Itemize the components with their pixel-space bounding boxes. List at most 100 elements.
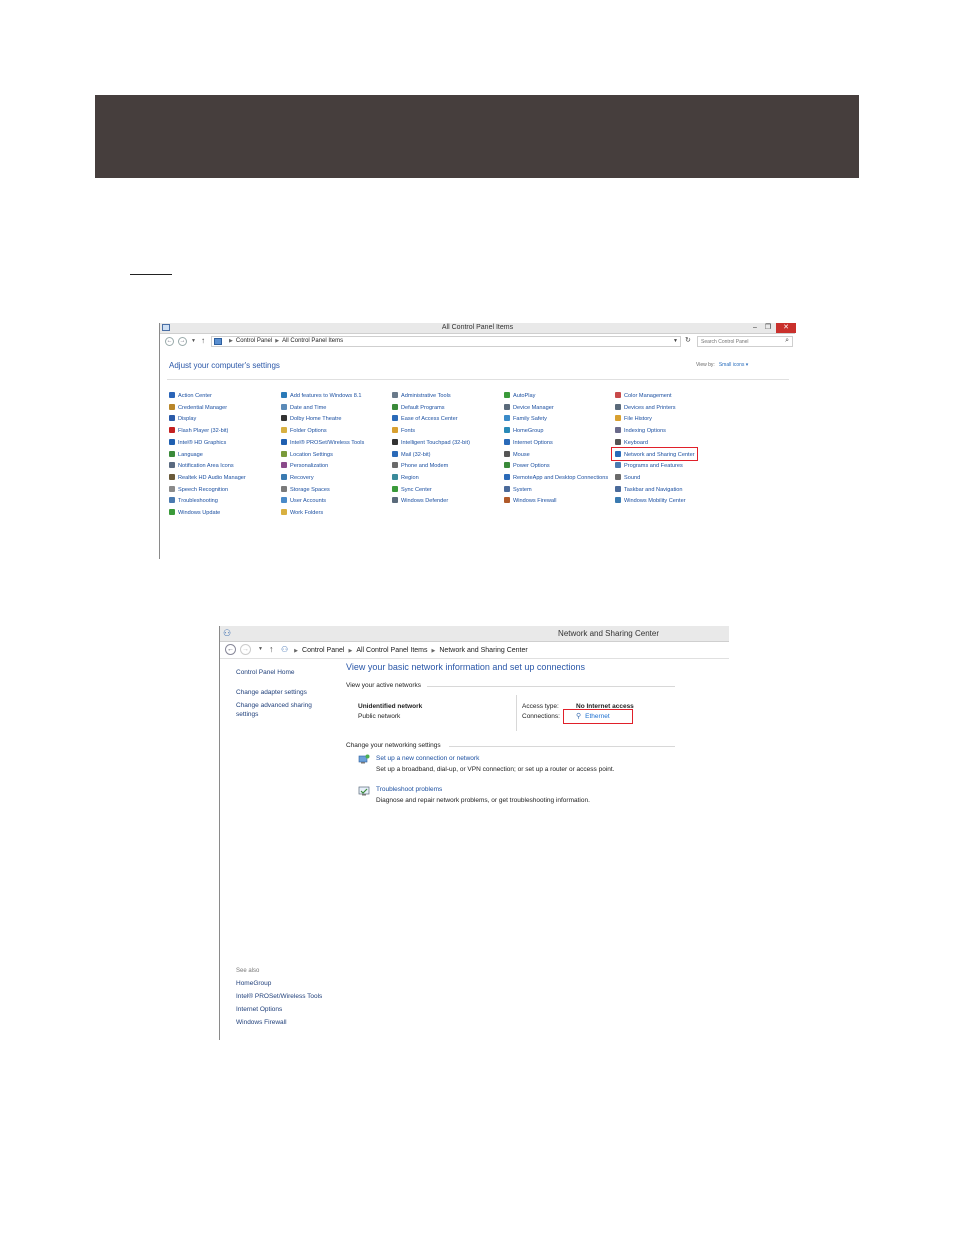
taskbar-icon (615, 485, 621, 492)
change-adapter-settings-link[interactable]: Change adapter settings (236, 689, 307, 697)
control-panel-icon (214, 338, 222, 345)
breadcrumb-control-panel[interactable]: Control Panel (302, 647, 344, 654)
network-type[interactable]: Public network (358, 713, 400, 720)
cp-item-administrative-tools[interactable]: Administrative Tools (392, 392, 451, 401)
cp-item-action-center[interactable]: Action Center (169, 392, 212, 401)
search-input[interactable] (701, 338, 779, 346)
cp-item-speech-recognition[interactable]: Speech Recognition (169, 485, 228, 495)
breadcrumb-all-items[interactable]: All Control Panel Items (282, 338, 343, 344)
see-also-homegroup-link[interactable]: HomeGroup (236, 980, 271, 988)
view-by-select[interactable]: Small icons ▾ (719, 362, 748, 368)
control-panel-home-link[interactable]: Control Panel Home (236, 669, 295, 677)
cp-item-windows-firewall[interactable]: Windows Firewall (504, 497, 557, 506)
refresh-icon[interactable]: ↻ (685, 336, 691, 344)
cp-item-storage-spaces[interactable]: Storage Spaces (281, 485, 330, 495)
cp-item-realtek-hd-audio-manager[interactable]: Realtek HD Audio Manager (169, 473, 246, 483)
cp-item-intelligent-touchpad-32-bit[interactable]: Intelligent Touchpad (32-bit) (392, 438, 470, 448)
cp-item-intel-hd-graphics[interactable]: Intel® HD Graphics (169, 438, 226, 448)
cp-item-recovery[interactable]: Recovery (281, 473, 314, 483)
back-arrow-icon[interactable]: ← (225, 644, 236, 655)
cp-item-sound[interactable]: Sound (615, 473, 640, 483)
search-box[interactable]: ⌕ (697, 336, 793, 347)
up-arrow-icon[interactable]: ↑ (201, 336, 205, 345)
cp-item-credential-manager[interactable]: Credential Manager (169, 403, 227, 413)
cp-item-devices-and-printers[interactable]: Devices and Printers (615, 403, 676, 413)
cp-item-remoteapp-and-desktop-connections[interactable]: RemoteApp and Desktop Connections (504, 473, 608, 483)
cp-item-location-settings[interactable]: Location Settings (281, 450, 333, 460)
cp-item-mouse[interactable]: Mouse (504, 450, 530, 460)
cp-item-label: Flash Player (32-bit) (178, 428, 229, 435)
cp-item-label: Windows Defender (401, 498, 449, 505)
cp-item-fonts[interactable]: Fonts (392, 427, 415, 436)
see-also-internet-options-link[interactable]: Internet Options (236, 1006, 282, 1014)
cp-item-label: Troubleshooting (178, 498, 218, 505)
cp-item-folder-options[interactable]: Folder Options (281, 427, 327, 436)
maximize-button[interactable]: ❐ (763, 323, 773, 333)
cp-item-mail-32-bit[interactable]: Mail (32-bit) (392, 450, 431, 460)
globe-icon (392, 473, 398, 480)
change-advanced-sharing-link-cont[interactable]: settings (236, 711, 258, 719)
cp-item-date-and-time[interactable]: Date and Time (281, 403, 326, 413)
address-dropdown-icon[interactable]: ▼ (673, 338, 678, 344)
forward-arrow-icon[interactable]: → (240, 644, 251, 655)
minimize-button[interactable]: – (750, 323, 760, 333)
cp-item-windows-update[interactable]: Windows Update (169, 509, 220, 518)
cp-item-programs-and-features[interactable]: Programs and Features (615, 462, 683, 471)
cp-item-color-management[interactable]: Color Management (615, 392, 672, 401)
recent-dropdown-icon[interactable]: ▼ (258, 646, 263, 652)
cp-item-ease-of-access-center[interactable]: Ease of Access Center (392, 415, 458, 424)
breadcrumb-all-items[interactable]: All Control Panel Items (356, 647, 427, 654)
cp-item-power-options[interactable]: Power Options (504, 462, 550, 471)
breadcrumb[interactable]: ⚇ ▶ Control Panel ▶ All Control Panel Items ▶… (281, 645, 528, 654)
cp-item-label: Personalization (290, 463, 329, 470)
page-title: View your basic network information and … (346, 662, 585, 672)
forward-arrow-icon[interactable]: → (178, 337, 187, 346)
breadcrumb-control-panel[interactable]: Control Panel (236, 338, 272, 344)
up-arrow-icon[interactable]: ↑ (269, 644, 274, 654)
cp-item-indexing-options[interactable]: Indexing Options (615, 427, 666, 436)
cp-item-notification-area-icons[interactable]: Notification Area Icons (169, 462, 234, 471)
change-advanced-sharing-link[interactable]: Change advanced sharing (236, 702, 312, 710)
cp-item-windows-mobility-center[interactable]: Windows Mobility Center (615, 497, 686, 506)
index-icon (615, 427, 621, 434)
cp-item-internet-options[interactable]: Internet Options (504, 438, 553, 448)
cp-item-region[interactable]: Region (392, 473, 419, 483)
see-also-intel-link[interactable]: Intel® PROSet/Wireless Tools (236, 993, 322, 1001)
cp-item-homegroup[interactable]: HomeGroup (504, 427, 543, 436)
cp-item-troubleshooting[interactable]: Troubleshooting (169, 497, 218, 506)
setup-connection-link[interactable]: Set up a new connection or network (376, 755, 479, 762)
cp-item-device-manager[interactable]: Device Manager (504, 403, 554, 413)
cp-item-dolby-home-theatre[interactable]: Dolby Home Theatre (281, 415, 342, 424)
cp-item-user-accounts[interactable]: User Accounts (281, 497, 326, 506)
cp-item-family-safety[interactable]: Family Safety (504, 415, 547, 424)
breadcrumb[interactable]: ▶ Control Panel ▶ All Control Panel Items (211, 336, 681, 347)
back-arrow-icon[interactable]: ← (165, 337, 174, 346)
cp-item-language[interactable]: Language (169, 450, 203, 460)
cp-item-taskbar-and-navigation[interactable]: Taskbar and Navigation (615, 485, 682, 495)
troubleshoot-icon (358, 786, 370, 796)
cp-item-file-history[interactable]: File History (615, 415, 652, 424)
wrench-icon (169, 497, 175, 504)
cp-item-autoplay[interactable]: AutoPlay (504, 392, 535, 401)
cp-item-default-programs[interactable]: Default Programs (392, 403, 445, 413)
cp-item-personalization[interactable]: Personalization (281, 462, 328, 471)
see-also-windows-firewall-link[interactable]: Windows Firewall (236, 1019, 287, 1027)
cp-item-intel-proset-wireless-tools[interactable]: Intel® PROSet/Wireless Tools (281, 438, 364, 448)
troubleshoot-link[interactable]: Troubleshoot problems (376, 786, 442, 793)
cp-item-windows-defender[interactable]: Windows Defender (392, 497, 448, 506)
cp-item-sync-center[interactable]: Sync Center (392, 485, 432, 495)
underline-mark (130, 274, 172, 275)
recent-dropdown-icon[interactable]: ▼ (191, 338, 196, 344)
power-icon (504, 462, 510, 469)
programs-icon (615, 462, 621, 469)
close-button[interactable]: ✕ (776, 323, 796, 333)
cp-item-work-folders[interactable]: Work Folders (281, 509, 323, 518)
cp-item-flash-player-32-bit[interactable]: Flash Player (32-bit) (169, 427, 228, 436)
cp-item-display[interactable]: Display (169, 415, 196, 424)
remote-icon (504, 473, 510, 480)
cp-item-add-features-to-windows-8-1[interactable]: Add features to Windows 8.1 (281, 392, 362, 401)
cp-item-phone-and-modem[interactable]: Phone and Modem (392, 462, 448, 471)
breadcrumb-network-center[interactable]: Network and Sharing Center (439, 647, 527, 654)
cp-item-system[interactable]: System (504, 485, 532, 495)
search-icon[interactable]: ⌕ (785, 337, 789, 345)
